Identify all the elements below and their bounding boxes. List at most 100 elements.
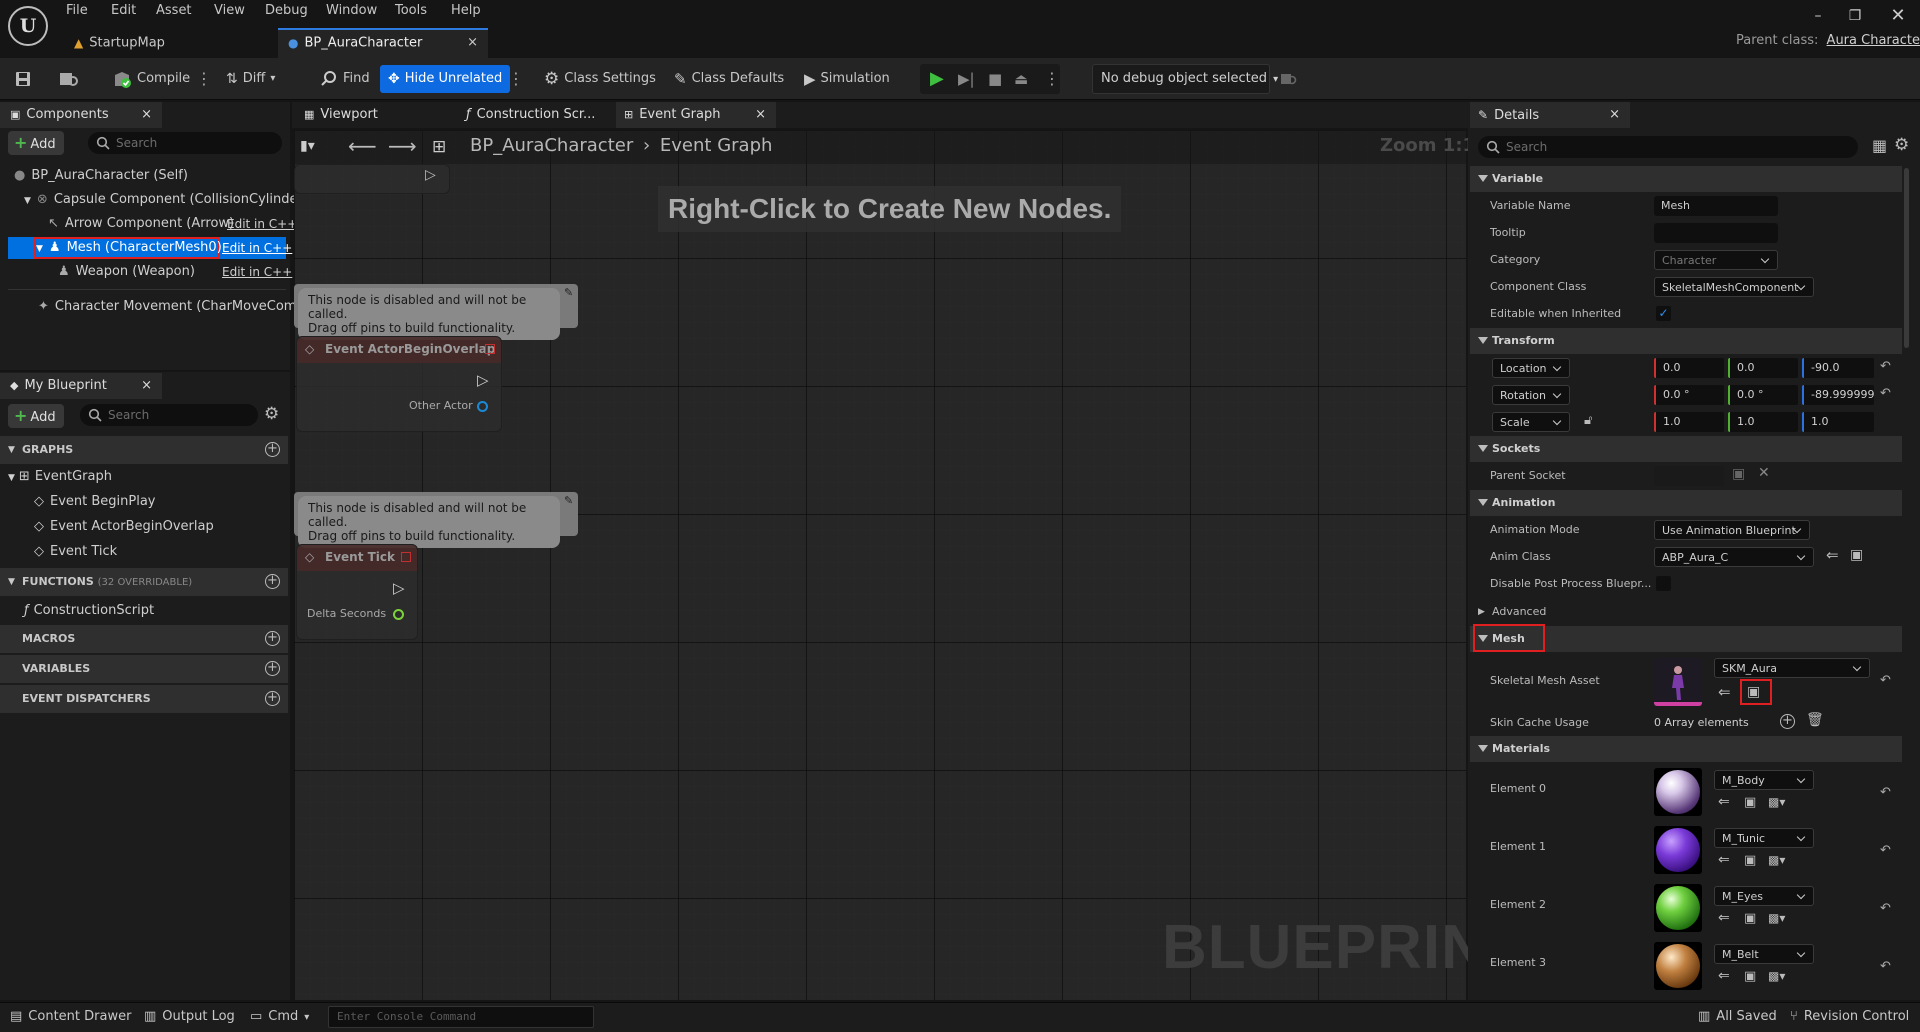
variable-name-field[interactable]: Mesh (1654, 196, 1778, 216)
parent-socket-field[interactable] (1654, 466, 1724, 486)
hide-unrelated-button[interactable]: ✥ Hide Unrelated (380, 65, 511, 93)
breadcrumb-root[interactable]: BP_AuraCharacter (470, 135, 633, 156)
add-member-button[interactable]: + Add (8, 404, 64, 428)
scale-y-field[interactable]: 1.0 (1728, 412, 1798, 432)
menu-asset[interactable]: Asset (156, 0, 192, 22)
forward-arrow-icon[interactable]: ⟶ (388, 134, 417, 158)
close-window-icon[interactable]: ✕ (1883, 4, 1913, 28)
section-animation[interactable]: Animation (1470, 490, 1902, 516)
material-options-icon[interactable]: ▩▾ (1768, 853, 1785, 867)
scale-x-field[interactable]: 1.0 (1654, 412, 1724, 432)
disable-post-process-checkbox[interactable] (1656, 576, 1671, 591)
section-variables[interactable]: VARIABLES + (0, 655, 288, 683)
use-selected-icon[interactable]: ⇐ (1718, 794, 1730, 810)
scale-z-field[interactable]: 1.0 (1802, 412, 1874, 432)
tree-event-beginplay[interactable]: ◇ Event BeginPlay (34, 492, 156, 512)
browse-icon[interactable]: ▣ (1744, 911, 1756, 926)
rotation-mode-dropdown[interactable]: Rotation (1492, 385, 1570, 405)
component-class-dropdown[interactable]: SkeletalMeshComponent (1654, 277, 1814, 297)
tree-construction-script[interactable]: ƒ ConstructionScript (24, 601, 154, 621)
trash-icon[interactable]: 🗑︎ (1806, 712, 1824, 728)
eject-icon[interactable]: ⏏ (1014, 64, 1028, 94)
object-pin-icon[interactable] (477, 401, 488, 412)
compile-options-icon[interactable]: ⋮ (196, 64, 212, 94)
diff-button[interactable]: ⇅ Diff ▾ (226, 64, 275, 94)
browse-icon[interactable]: ▣ (1744, 969, 1756, 984)
tree-event-tick[interactable]: ◇ Event Tick (34, 542, 117, 562)
bookmark-icon[interactable]: ▮▾ (300, 138, 315, 154)
rotation-y-field[interactable]: 0.0 ° (1728, 385, 1798, 405)
browse-icon[interactable]: ▣ (1744, 853, 1756, 868)
add-element-icon[interactable]: + (1780, 714, 1795, 729)
edit-in-cpp-link[interactable]: Edit in C++ (227, 217, 297, 231)
material-thumbnail[interactable] (1654, 942, 1702, 990)
use-selected-icon[interactable]: ⇐ (1718, 968, 1730, 984)
reset-icon[interactable]: ↶ (1880, 386, 1891, 401)
cmd-dropdown[interactable]: ▭ Cmd ▾ (250, 1002, 309, 1032)
edit-in-cpp-link[interactable]: Edit in C++ (222, 241, 292, 255)
tree-event-actorbeginoverlap[interactable]: ◇ Event ActorBeginOverlap (34, 517, 214, 537)
tab-components[interactable]: ▣ Components × (0, 102, 162, 128)
content-drawer-button[interactable]: ▤ Content Drawer (10, 1002, 131, 1032)
exec-pin-icon[interactable]: ▷ (393, 579, 405, 597)
section-functions[interactable]: ▼ FUNCTIONS (32 OVERRIDABLE) + (0, 568, 288, 596)
menu-debug[interactable]: Debug (265, 0, 308, 22)
anim-class-dropdown[interactable]: ABP_Aura_C (1654, 547, 1814, 567)
node-event-tick[interactable]: ◇ Event Tick ▷ Delta Seconds (296, 544, 418, 640)
browse-icon[interactable]: ▣ (1744, 795, 1756, 810)
clear-icon[interactable]: ✕ (1758, 465, 1770, 481)
node-event-actorbeginoverlap[interactable]: ◇ Event ActorBeginOverlap ▷ Other Actor (296, 336, 502, 432)
tab-my-blueprint[interactable]: ◆ My Blueprint × (0, 373, 162, 399)
browse-asset-icon[interactable] (58, 64, 80, 94)
add-dispatcher-icon[interactable]: + (265, 691, 280, 706)
close-icon[interactable]: × (141, 373, 152, 399)
material-options-icon[interactable]: ▩▾ (1768, 795, 1785, 809)
section-sockets[interactable]: Sockets (1470, 436, 1902, 462)
add-graph-icon[interactable]: + (265, 442, 280, 457)
menu-window[interactable]: Window (326, 0, 377, 22)
back-arrow-icon[interactable]: ⟵ (348, 134, 377, 158)
material-thumbnail[interactable] (1654, 884, 1702, 932)
add-function-icon[interactable]: + (265, 574, 280, 589)
material-dropdown[interactable]: M_Eyes (1714, 886, 1814, 906)
scale-mode-dropdown[interactable]: Scale (1492, 412, 1570, 432)
class-settings-button[interactable]: ⚙ Class Settings (544, 64, 656, 94)
tab-event-graph[interactable]: ⊞ Event Graph × (616, 102, 776, 128)
material-options-icon[interactable]: ▩▾ (1768, 911, 1785, 925)
compile-button[interactable]: Compile (112, 64, 190, 94)
add-component-button[interactable]: + Add (8, 131, 64, 155)
browse-icon[interactable]: ▣ (1747, 684, 1760, 700)
skeletal-mesh-dropdown[interactable]: SKM_Aura (1714, 658, 1870, 678)
section-materials[interactable]: Materials (1470, 736, 1902, 762)
save-icon[interactable] (14, 64, 32, 94)
revision-control-button[interactable]: ⑂ Revision Control (1790, 1002, 1909, 1032)
advanced-toggle[interactable]: ▶ Advanced (1470, 600, 1902, 624)
tooltip-field[interactable] (1654, 223, 1778, 243)
add-variable-icon[interactable]: + (265, 661, 280, 676)
material-thumbnail[interactable] (1654, 826, 1702, 874)
close-icon[interactable]: × (755, 102, 766, 128)
stop-icon[interactable]: ■ (988, 64, 1002, 94)
float-pin-icon[interactable] (393, 609, 404, 620)
category-dropdown[interactable]: Character (1654, 250, 1778, 270)
tab-bp-auracharacter[interactable]: ● BP_AuraCharacter × (278, 28, 488, 58)
location-mode-dropdown[interactable]: Location (1492, 358, 1570, 378)
component-self[interactable]: ● BP_AuraCharacter (Self) (14, 166, 188, 186)
gear-icon[interactable]: ⚙ (264, 404, 279, 424)
details-search-input[interactable]: Search (1478, 136, 1858, 158)
play-options-icon[interactable]: ⋮ (1044, 64, 1060, 94)
use-selected-icon[interactable]: ⇐ (1826, 546, 1839, 564)
add-macro-icon[interactable]: + (265, 631, 280, 646)
reset-icon[interactable]: ↶ (1880, 959, 1891, 974)
section-transform[interactable]: Transform (1470, 328, 1902, 354)
section-variable[interactable]: Variable (1470, 166, 1902, 192)
location-y-field[interactable]: 0.0 (1728, 358, 1798, 378)
rotation-x-field[interactable]: 0.0 ° (1654, 385, 1724, 405)
gear-icon[interactable]: ⚙ (1894, 135, 1909, 155)
reset-icon[interactable]: ↶ (1880, 843, 1891, 858)
debug-object-dropdown[interactable]: No debug object selected ▾ (1092, 64, 1278, 94)
exec-pin-icon[interactable]: ▷ (425, 167, 436, 183)
unreal-logo-icon[interactable]: U (8, 6, 48, 46)
details-scrollbar[interactable] (1904, 168, 1909, 348)
exec-pin-icon[interactable]: ▷ (477, 371, 489, 389)
